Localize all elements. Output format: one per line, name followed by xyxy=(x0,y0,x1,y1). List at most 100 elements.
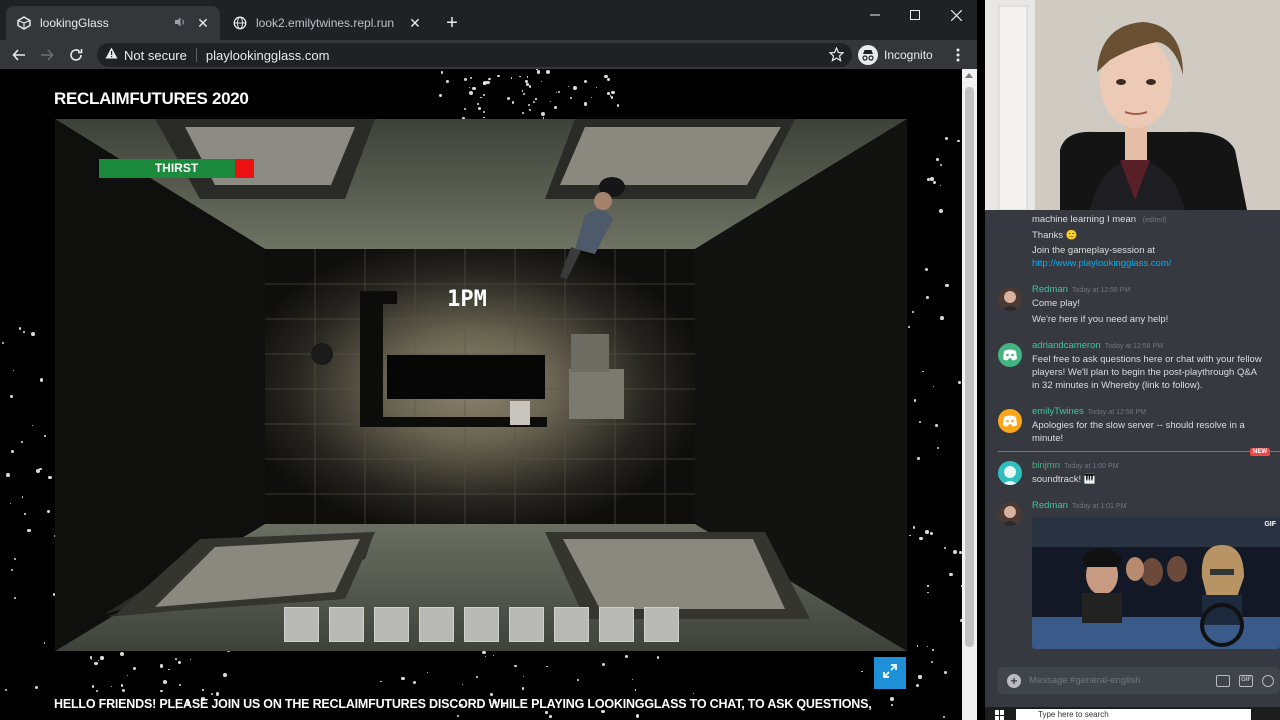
paint-speck xyxy=(861,670,863,673)
discord-avatar-icon[interactable] xyxy=(998,343,1022,367)
paint-speck xyxy=(943,670,947,675)
timestamp: Today at 12:56 PM xyxy=(1071,287,1131,294)
paint-speck xyxy=(35,685,39,689)
paint-speck xyxy=(925,530,930,535)
paint-speck xyxy=(555,92,557,94)
forward-arrow-icon[interactable] xyxy=(35,43,59,67)
back-arrow-icon[interactable] xyxy=(7,43,31,67)
paint-speck xyxy=(511,101,514,104)
url-text[interactable]: playlookingglass.com xyxy=(206,48,330,63)
inventory-slot[interactable] xyxy=(374,607,409,642)
maximize-button[interactable] xyxy=(895,0,935,30)
paint-speck xyxy=(546,69,551,74)
gif-embed[interactable]: GIF xyxy=(1032,517,1280,649)
message-author[interactable]: Redman xyxy=(1032,284,1068,295)
warning-icon[interactable] xyxy=(105,46,118,64)
paint-speck xyxy=(891,704,893,707)
close-window-button[interactable] xyxy=(936,0,976,30)
address-bar[interactable]: Not secure playlookingglass.com xyxy=(97,43,852,67)
message-input[interactable]: + Message #general-english GIF xyxy=(997,667,1280,694)
windows-start-icon[interactable] xyxy=(995,710,1005,720)
game-canvas[interactable]: THIRST 1PM xyxy=(55,119,907,651)
inventory-slot[interactable] xyxy=(599,607,634,642)
tab-strip: lookingGlass ✕ look2.emilytwines.repl.ru… xyxy=(0,0,977,40)
paint-speck xyxy=(13,557,17,561)
reload-icon[interactable] xyxy=(64,43,88,67)
paint-speck xyxy=(506,96,511,100)
inventory-slot[interactable] xyxy=(329,607,364,642)
new-badge: NEW xyxy=(1250,448,1270,456)
avatar[interactable] xyxy=(998,461,1022,485)
paint-speck xyxy=(100,656,104,660)
paint-speck xyxy=(89,656,93,659)
avatar[interactable] xyxy=(998,502,1022,526)
inventory-slot[interactable] xyxy=(644,607,679,642)
paint-speck xyxy=(482,110,486,114)
incognito-label: Incognito xyxy=(884,48,933,62)
paint-speck xyxy=(927,585,929,587)
inventory-slot[interactable] xyxy=(284,607,319,642)
message-link[interactable]: http://www.playlookingglass.com/ xyxy=(1032,257,1272,270)
speaker-icon[interactable] xyxy=(174,16,188,31)
message-author[interactable]: emilyTwines xyxy=(1032,406,1084,417)
inventory-slot[interactable] xyxy=(554,607,589,642)
paint-speck xyxy=(469,76,473,80)
paint-speck xyxy=(541,112,546,116)
discord-avatar-icon[interactable] xyxy=(998,409,1022,433)
message-line: players! We'll plan to begin the post-pl… xyxy=(1032,367,1258,378)
tab-repl[interactable]: look2.emilytwines.repl.run ✕ xyxy=(222,6,432,40)
message-placeholder[interactable]: Message #general-english xyxy=(1029,675,1216,686)
paint-speck xyxy=(522,93,525,95)
scroll-up-arrow[interactable] xyxy=(965,73,973,78)
avatar[interactable] xyxy=(998,287,1022,311)
taskbar-search[interactable]: Type here to search xyxy=(1016,709,1251,720)
close-icon[interactable]: ✕ xyxy=(408,15,422,31)
message-author[interactable]: binjmn xyxy=(1032,460,1060,471)
gif-icon[interactable]: GIF xyxy=(1239,674,1253,687)
paint-speck xyxy=(163,679,167,684)
paint-speck xyxy=(532,100,535,104)
thirst-label: THIRST xyxy=(154,161,199,175)
star-icon[interactable] xyxy=(828,46,845,67)
paint-speck xyxy=(604,74,608,79)
inventory-slot[interactable] xyxy=(464,607,499,642)
page-scrollbar[interactable] xyxy=(962,69,977,720)
paint-speck xyxy=(528,108,532,111)
paint-speck xyxy=(523,675,525,677)
paint-speck xyxy=(567,85,570,87)
add-attachment-icon[interactable]: + xyxy=(1007,673,1021,688)
paint-speck xyxy=(456,715,459,718)
paint-speck xyxy=(907,326,910,328)
gift-icon[interactable] xyxy=(1216,674,1230,687)
paint-speck xyxy=(10,449,15,454)
paint-speck xyxy=(478,106,481,110)
paint-speck xyxy=(483,94,485,97)
tab-lookingglass[interactable]: lookingGlass ✕ xyxy=(6,6,220,40)
close-icon[interactable]: ✕ xyxy=(196,15,210,31)
new-tab-button[interactable]: + xyxy=(440,12,464,36)
paint-speck xyxy=(463,77,467,81)
webcam-feed xyxy=(985,0,1280,210)
message-author[interactable]: Redman xyxy=(1032,500,1068,511)
tab-title: look2.emilytwines.repl.run xyxy=(256,16,395,30)
paint-speck xyxy=(526,76,529,78)
paint-speck xyxy=(595,87,597,89)
inventory-slot[interactable] xyxy=(509,607,544,642)
scrollbar-thumb[interactable] xyxy=(965,87,974,647)
message-author[interactable]: adriandcameron xyxy=(1032,340,1101,351)
incognito-indicator[interactable]: Incognito xyxy=(858,43,933,67)
minimize-button[interactable] xyxy=(855,0,895,30)
paint-speck xyxy=(510,76,513,79)
security-label[interactable]: Not secure xyxy=(124,48,187,63)
menu-icon[interactable] xyxy=(948,43,968,67)
fullscreen-button[interactable] xyxy=(874,657,906,689)
paint-speck xyxy=(159,663,164,668)
paint-speck xyxy=(490,693,494,696)
paint-speck xyxy=(497,74,500,78)
paint-speck xyxy=(132,666,136,670)
paint-speck xyxy=(492,654,495,656)
paint-speck xyxy=(939,315,944,320)
emoji-icon[interactable] xyxy=(1262,674,1274,687)
paint-speck xyxy=(933,181,936,185)
inventory-slot[interactable] xyxy=(419,607,454,642)
